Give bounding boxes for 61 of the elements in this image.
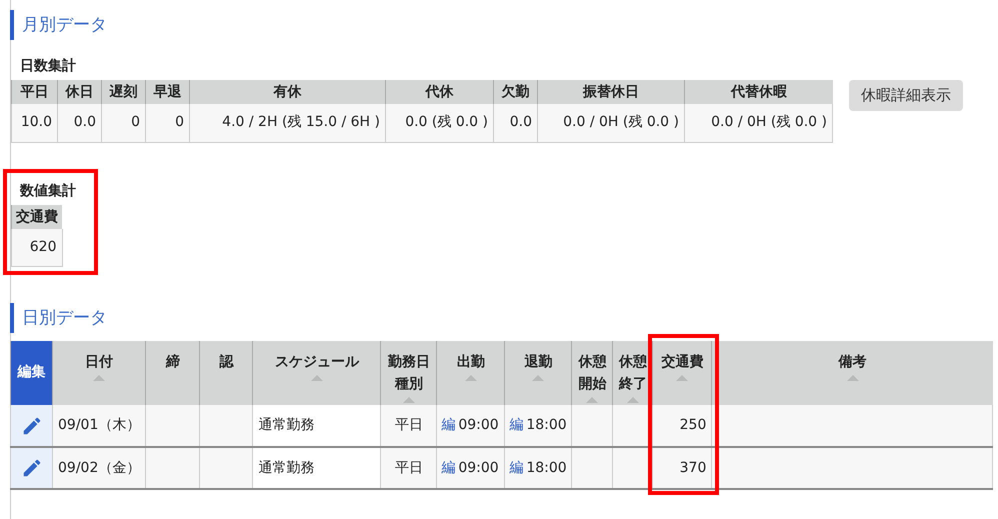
table-cell: 620 [12, 228, 62, 266]
time-text: 09:00 [458, 417, 499, 433]
table-cell: 0.0 [58, 104, 102, 142]
table-cell: 09/01（木） [52, 405, 146, 447]
table-cell: 0 [146, 104, 190, 142]
column-header: 欠勤 [494, 80, 538, 104]
column-header[interactable]: 出勤 [436, 341, 505, 405]
column-header[interactable]: 退勤 [504, 341, 572, 405]
sort-icon[interactable] [464, 375, 477, 381]
table-cell: 0.0 / 0H (残 0.0 ) [684, 104, 832, 142]
edit-link[interactable]: 編 [441, 417, 456, 433]
edit-link[interactable]: 編 [509, 460, 524, 476]
column-header[interactable]: 交通費 [652, 341, 712, 405]
section-heading: 日別データ [10, 303, 998, 333]
table-cell: 0.0 / 0H (残 0.0 ) [538, 104, 684, 142]
edit-link[interactable]: 編 [509, 417, 524, 433]
column-header: 休日 [58, 80, 102, 104]
column-header: 有休 [190, 80, 386, 104]
column-header: 平日 [12, 80, 58, 104]
column-header: 締 [146, 341, 200, 405]
column-header[interactable]: スケジュール [252, 341, 381, 405]
table-cell: 通常勤務 [252, 405, 381, 447]
column-header: 早退 [146, 80, 190, 104]
column-header: 代替休暇 [684, 80, 832, 104]
column-header: 交通費 [12, 204, 62, 228]
sort-icon[interactable] [402, 397, 415, 403]
table-cell: 370 [652, 447, 712, 489]
time-text: 18:00 [526, 417, 567, 433]
table-cell: 通常勤務 [252, 447, 381, 489]
column-header[interactable]: 休憩開始 [572, 341, 613, 405]
leave-detail-button[interactable]: 休暇詳細表示 [849, 80, 963, 111]
table-cell: 0 [102, 104, 146, 142]
column-header: 代休 [386, 80, 494, 104]
section-subheading: 日数集計 [19, 57, 77, 76]
table-cell: 09/02（金） [52, 447, 146, 489]
column-header[interactable]: 勤務日種別 [380, 341, 437, 405]
table-cell: 4.0 / 2H (残 15.0 / 6H ) [190, 104, 386, 142]
edit-link[interactable]: 編 [441, 460, 456, 476]
table-cell: 0.0 (残 0.0 ) [386, 104, 494, 142]
column-header[interactable]: 備考 [712, 341, 993, 405]
table-cell: 平日 [380, 405, 437, 447]
sort-icon[interactable] [310, 375, 323, 381]
column-header: 編集 [10, 341, 52, 405]
column-header: 認 [200, 341, 253, 405]
sort-icon[interactable] [93, 375, 106, 381]
sort-icon[interactable] [532, 375, 544, 381]
table-cell: 平日 [380, 447, 437, 489]
sort-icon[interactable] [846, 375, 859, 381]
sort-icon[interactable] [626, 397, 639, 403]
table-cell: 10.0 [12, 104, 58, 142]
time-text: 18:00 [526, 460, 567, 476]
column-header[interactable]: 日付 [52, 341, 146, 405]
time-text: 09:00 [458, 460, 499, 476]
column-header: 振替休日 [538, 80, 684, 104]
column-header: 遅刻 [102, 80, 146, 104]
table-cell: 0.0 [494, 104, 538, 142]
section-subheading: 数値集計 [18, 182, 76, 200]
sort-icon[interactable] [586, 397, 598, 403]
section-heading: 月別データ [10, 10, 998, 40]
sort-icon[interactable] [676, 375, 688, 381]
table-cell: 250 [652, 405, 712, 447]
